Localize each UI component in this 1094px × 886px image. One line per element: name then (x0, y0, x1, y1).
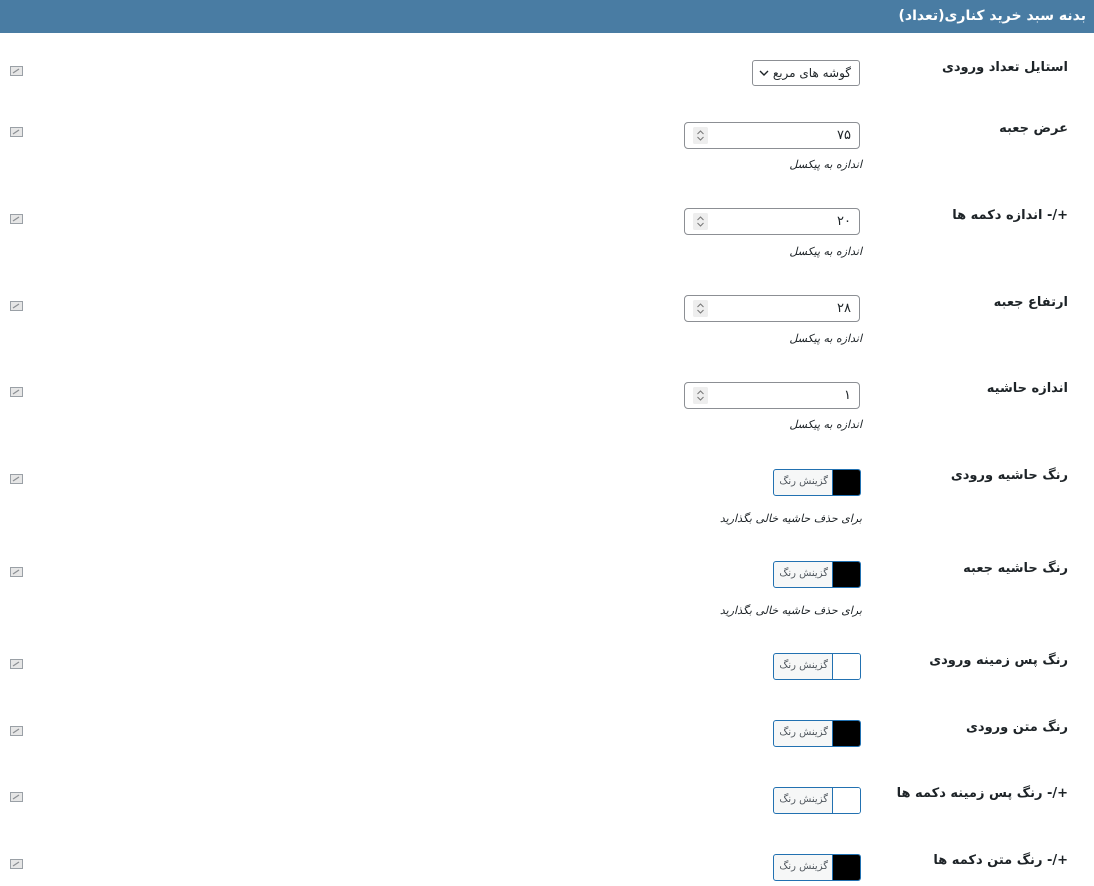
edit-icon[interactable] (10, 567, 23, 577)
button-text-color-button[interactable]: گزینش رنگ (773, 854, 861, 881)
edit-icon[interactable] (10, 301, 23, 311)
edit-icon[interactable] (10, 127, 23, 137)
setting-label: عرض جعبه (999, 121, 1068, 136)
setting-hint: اندازه به پیکسل (789, 245, 862, 258)
setting-label: رنگ پس زمینه ورودی (929, 653, 1068, 668)
input-bg-color-button[interactable]: گزینش رنگ (773, 653, 861, 680)
input-value: ۱ (844, 388, 851, 403)
input-value: ۲۸ (837, 301, 851, 316)
setting-label: +/- اندازه دکمه ها (952, 208, 1068, 223)
setting-label: ارتفاع جعبه (993, 295, 1068, 310)
color-swatch (832, 470, 860, 495)
color-button-label: گزینش رنگ (779, 568, 828, 579)
input-text-color-button[interactable]: گزینش رنگ (773, 720, 861, 747)
setting-row-border-size: اندازه حاشیه (0, 381, 1094, 411)
spinner-arrows-icon[interactable] (693, 387, 708, 404)
border-size-input[interactable]: ۱ (684, 382, 860, 409)
setting-hint: برای حذف حاشیه خالی بگذارید (719, 604, 862, 617)
setting-row-input-text-color: رنگ متن ورودی (0, 720, 1094, 750)
color-button-label: گزینش رنگ (779, 727, 828, 738)
edit-icon[interactable] (10, 214, 23, 224)
button-bg-color-button[interactable]: گزینش رنگ (773, 787, 861, 814)
setting-label: +/- رنگ پس زمینه دکمه ها (896, 786, 1068, 801)
setting-label: رنگ حاشیه جعبه (963, 561, 1068, 576)
color-button-label: گزینش رنگ (779, 794, 828, 805)
setting-row-input-border-color: رنگ حاشیه ورودی (0, 468, 1094, 498)
box-width-input[interactable]: ۷۵ (684, 122, 860, 149)
color-button-label: گزینش رنگ (779, 660, 828, 671)
spinner-arrows-icon[interactable] (693, 213, 708, 230)
edit-icon[interactable] (10, 659, 23, 669)
setting-row-button-text-color: +/- رنگ متن دکمه ها (0, 853, 1094, 883)
color-swatch (832, 562, 860, 587)
spinner-arrows-icon[interactable] (693, 300, 708, 317)
setting-row-input-style: استایل تعداد ورودی (0, 60, 1094, 90)
color-swatch (832, 788, 860, 813)
panel-title: بدنه سبد خرید کناری(تعداد) (898, 8, 1086, 24)
select-value: گوشه های مربع (772, 66, 851, 80)
setting-row-button-size: +/- اندازه دکمه ها (0, 208, 1094, 238)
setting-row-button-bg-color: +/- رنگ پس زمینه دکمه ها (0, 786, 1094, 816)
edit-icon[interactable] (10, 387, 23, 397)
edit-icon[interactable] (10, 859, 23, 869)
spinner-arrows-icon[interactable] (693, 127, 708, 144)
setting-label: رنگ حاشیه ورودی (950, 468, 1068, 483)
edit-icon[interactable] (10, 66, 23, 76)
setting-label: اندازه حاشیه (986, 381, 1068, 396)
input-style-select[interactable]: گوشه های مربع (752, 60, 860, 86)
setting-row-box-height: ارتفاع جعبه (0, 295, 1094, 325)
edit-icon[interactable] (10, 474, 23, 484)
setting-row-box-width: عرض جعبه (0, 121, 1094, 151)
input-value: ۲۰ (837, 214, 851, 229)
setting-label: استایل تعداد ورودی (941, 60, 1068, 75)
setting-row-input-bg-color: رنگ پس زمینه ورودی (0, 653, 1094, 683)
setting-hint: اندازه به پیکسل (789, 418, 862, 431)
input-border-color-button[interactable]: گزینش رنگ (773, 469, 861, 496)
color-swatch (832, 855, 860, 880)
color-swatch (832, 721, 860, 746)
setting-hint: برای حذف حاشیه خالی بگذارید (719, 512, 862, 525)
color-button-label: گزینش رنگ (779, 861, 828, 872)
edit-icon[interactable] (10, 792, 23, 802)
color-swatch (832, 654, 860, 679)
setting-row-box-border-color: رنگ حاشیه جعبه (0, 561, 1094, 591)
input-value: ۷۵ (837, 128, 851, 143)
setting-hint: اندازه به پیکسل (789, 332, 862, 345)
chevron-down-icon (759, 70, 769, 76)
setting-label: +/- رنگ متن دکمه ها (933, 853, 1068, 868)
panel-header: بدنه سبد خرید کناری(تعداد) (0, 0, 1094, 33)
box-border-color-button[interactable]: گزینش رنگ (773, 561, 861, 588)
setting-label: رنگ متن ورودی (965, 720, 1068, 735)
box-height-input[interactable]: ۲۸ (684, 295, 860, 322)
setting-hint: اندازه به پیکسل (789, 158, 862, 171)
button-size-input[interactable]: ۲۰ (684, 208, 860, 235)
edit-icon[interactable] (10, 726, 23, 736)
color-button-label: گزینش رنگ (779, 476, 828, 487)
